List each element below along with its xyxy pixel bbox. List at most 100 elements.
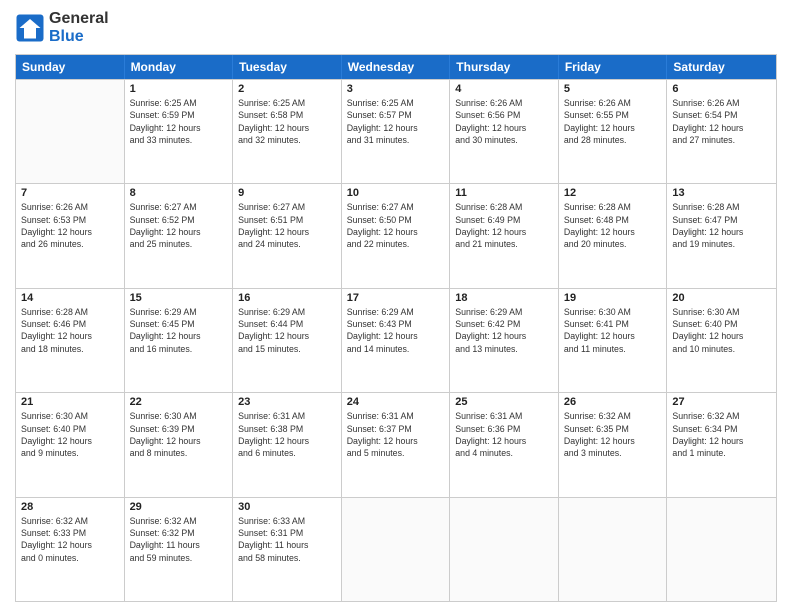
cell-info: Sunrise: 6:31 AM Sunset: 6:38 PM Dayligh… xyxy=(238,410,336,459)
header: General Blue xyxy=(15,10,777,46)
cell-info: Sunrise: 6:30 AM Sunset: 6:40 PM Dayligh… xyxy=(21,410,119,459)
day-number: 3 xyxy=(347,83,445,95)
calendar-cell: 30Sunrise: 6:33 AM Sunset: 6:31 PM Dayli… xyxy=(233,498,342,601)
calendar-cell: 1 Sunrise: 6:25 AM Sunset: 6:59 PM Daylig… xyxy=(125,80,234,183)
day-number: 14 xyxy=(21,292,119,304)
calendar-body: 1 Sunrise: 6:25 AM Sunset: 6:59 PM Daylig… xyxy=(16,79,776,601)
day-number: 19 xyxy=(564,292,662,304)
day-number: 24 xyxy=(347,396,445,408)
weekday-header-monday: Monday xyxy=(125,55,234,79)
cell-info: Sunrise: 6:31 AM Sunset: 6:37 PM Dayligh… xyxy=(347,410,445,459)
day-number: 10 xyxy=(347,187,445,199)
calendar-cell: 9 Sunrise: 6:27 AM Sunset: 6:51 PM Daylig… xyxy=(233,184,342,287)
calendar-row-5: 28 Sunrise: 6:32 AM Sunset: 6:33 PM Dayli… xyxy=(16,497,776,601)
calendar-cell xyxy=(450,498,559,601)
day-number: 29 xyxy=(130,501,228,513)
calendar-cell xyxy=(559,498,668,601)
day-number: 22 xyxy=(130,396,228,408)
day-number: 7 xyxy=(21,187,119,199)
day-number: 5 xyxy=(564,83,662,95)
calendar-cell: 10 Sunrise: 6:27 AM Sunset: 6:50 PM Dayli… xyxy=(342,184,451,287)
day-number: 21 xyxy=(21,396,119,408)
calendar-cell: 7 Sunrise: 6:26 AM Sunset: 6:53 PM Daylig… xyxy=(16,184,125,287)
calendar-cell: 20 Sunrise: 6:30 AM Sunset: 6:40 PM Dayli… xyxy=(667,289,776,392)
calendar-row-4: 21 Sunrise: 6:30 AM Sunset: 6:40 PM Dayli… xyxy=(16,392,776,496)
cell-info: Sunrise: 6:29 AM Sunset: 6:42 PM Dayligh… xyxy=(455,306,553,355)
day-number: 6 xyxy=(672,83,771,95)
day-number: 28 xyxy=(21,501,119,513)
cell-info: Sunrise: 6:32 AM Sunset: 6:34 PM Dayligh… xyxy=(672,410,771,459)
cell-info: Sunrise: 6:30 AM Sunset: 6:39 PM Dayligh… xyxy=(130,410,228,459)
cell-info: Sunrise: 6:28 AM Sunset: 6:48 PM Dayligh… xyxy=(564,201,662,250)
cell-info: Sunrise: 6:28 AM Sunset: 6:47 PM Dayligh… xyxy=(672,201,771,250)
calendar-row-1: 1 Sunrise: 6:25 AM Sunset: 6:59 PM Daylig… xyxy=(16,79,776,183)
cell-info: Sunrise: 6:30 AM Sunset: 6:40 PM Dayligh… xyxy=(672,306,771,355)
cell-info: Sunrise: 6:25 AM Sunset: 6:59 PM Dayligh… xyxy=(130,97,228,146)
weekday-header-wednesday: Wednesday xyxy=(342,55,451,79)
calendar-cell: 19 Sunrise: 6:30 AM Sunset: 6:41 PM Dayli… xyxy=(559,289,668,392)
calendar-cell: 16 Sunrise: 6:29 AM Sunset: 6:44 PM Dayli… xyxy=(233,289,342,392)
weekday-header-friday: Friday xyxy=(559,55,668,79)
calendar-cell: 27 Sunrise: 6:32 AM Sunset: 6:34 PM Dayli… xyxy=(667,393,776,496)
day-number: 9 xyxy=(238,187,336,199)
calendar-cell: 3 Sunrise: 6:25 AM Sunset: 6:57 PM Daylig… xyxy=(342,80,451,183)
calendar-cell: 22 Sunrise: 6:30 AM Sunset: 6:39 PM Dayli… xyxy=(125,393,234,496)
day-number: 27 xyxy=(672,396,771,408)
day-number: 17 xyxy=(347,292,445,304)
cell-info: Sunrise: 6:27 AM Sunset: 6:50 PM Dayligh… xyxy=(347,201,445,250)
weekday-header-sunday: Sunday xyxy=(16,55,125,79)
day-number: 8 xyxy=(130,187,228,199)
calendar-cell: 5 Sunrise: 6:26 AM Sunset: 6:55 PM Daylig… xyxy=(559,80,668,183)
day-number: 11 xyxy=(455,187,553,199)
calendar-cell: 6Sunrise: 6:26 AM Sunset: 6:54 PM Daylig… xyxy=(667,80,776,183)
cell-info: Sunrise: 6:33 AM Sunset: 6:31 PM Dayligh… xyxy=(238,515,336,564)
logo-text: General Blue xyxy=(49,10,109,46)
calendar-cell: 21 Sunrise: 6:30 AM Sunset: 6:40 PM Dayli… xyxy=(16,393,125,496)
cell-info: Sunrise: 6:25 AM Sunset: 6:58 PM Dayligh… xyxy=(238,97,336,146)
cell-info: Sunrise: 6:30 AM Sunset: 6:41 PM Dayligh… xyxy=(564,306,662,355)
cell-info: Sunrise: 6:32 AM Sunset: 6:32 PM Dayligh… xyxy=(130,515,228,564)
calendar-cell: 8 Sunrise: 6:27 AM Sunset: 6:52 PM Daylig… xyxy=(125,184,234,287)
cell-info: Sunrise: 6:25 AM Sunset: 6:57 PM Dayligh… xyxy=(347,97,445,146)
calendar-cell: 17 Sunrise: 6:29 AM Sunset: 6:43 PM Dayli… xyxy=(342,289,451,392)
day-number: 25 xyxy=(455,396,553,408)
calendar-row-2: 7 Sunrise: 6:26 AM Sunset: 6:53 PM Daylig… xyxy=(16,183,776,287)
weekday-header-saturday: Saturday xyxy=(667,55,776,79)
cell-info: Sunrise: 6:27 AM Sunset: 6:51 PM Dayligh… xyxy=(238,201,336,250)
calendar-cell: 14 Sunrise: 6:28 AM Sunset: 6:46 PM Dayli… xyxy=(16,289,125,392)
calendar-cell: 4 Sunrise: 6:26 AM Sunset: 6:56 PM Daylig… xyxy=(450,80,559,183)
cell-info: Sunrise: 6:31 AM Sunset: 6:36 PM Dayligh… xyxy=(455,410,553,459)
cell-info: Sunrise: 6:32 AM Sunset: 6:35 PM Dayligh… xyxy=(564,410,662,459)
day-number: 4 xyxy=(455,83,553,95)
cell-info: Sunrise: 6:26 AM Sunset: 6:53 PM Dayligh… xyxy=(21,201,119,250)
calendar-cell xyxy=(342,498,451,601)
day-number: 18 xyxy=(455,292,553,304)
calendar-cell: 25 Sunrise: 6:31 AM Sunset: 6:36 PM Dayli… xyxy=(450,393,559,496)
calendar-cell xyxy=(667,498,776,601)
calendar-cell: 28 Sunrise: 6:32 AM Sunset: 6:33 PM Dayli… xyxy=(16,498,125,601)
logo-icon xyxy=(15,13,45,43)
logo: General Blue xyxy=(15,10,109,46)
day-number: 16 xyxy=(238,292,336,304)
day-number: 23 xyxy=(238,396,336,408)
day-number: 20 xyxy=(672,292,771,304)
calendar-cell: 13Sunrise: 6:28 AM Sunset: 6:47 PM Dayli… xyxy=(667,184,776,287)
weekday-header-thursday: Thursday xyxy=(450,55,559,79)
weekday-header-tuesday: Tuesday xyxy=(233,55,342,79)
cell-info: Sunrise: 6:29 AM Sunset: 6:44 PM Dayligh… xyxy=(238,306,336,355)
calendar-row-3: 14 Sunrise: 6:28 AM Sunset: 6:46 PM Dayli… xyxy=(16,288,776,392)
cell-info: Sunrise: 6:28 AM Sunset: 6:46 PM Dayligh… xyxy=(21,306,119,355)
calendar-cell: 26Sunrise: 6:32 AM Sunset: 6:35 PM Dayli… xyxy=(559,393,668,496)
cell-info: Sunrise: 6:28 AM Sunset: 6:49 PM Dayligh… xyxy=(455,201,553,250)
calendar-cell xyxy=(16,80,125,183)
calendar: SundayMondayTuesdayWednesdayThursdayFrid… xyxy=(15,54,777,602)
day-number: 1 xyxy=(130,83,228,95)
cell-info: Sunrise: 6:32 AM Sunset: 6:33 PM Dayligh… xyxy=(21,515,119,564)
cell-info: Sunrise: 6:26 AM Sunset: 6:56 PM Dayligh… xyxy=(455,97,553,146)
cell-info: Sunrise: 6:29 AM Sunset: 6:45 PM Dayligh… xyxy=(130,306,228,355)
calendar-cell: 24 Sunrise: 6:31 AM Sunset: 6:37 PM Dayli… xyxy=(342,393,451,496)
page: General Blue SundayMondayTuesdayWednesda… xyxy=(0,0,792,612)
cell-info: Sunrise: 6:26 AM Sunset: 6:55 PM Dayligh… xyxy=(564,97,662,146)
cell-info: Sunrise: 6:27 AM Sunset: 6:52 PM Dayligh… xyxy=(130,201,228,250)
cell-info: Sunrise: 6:29 AM Sunset: 6:43 PM Dayligh… xyxy=(347,306,445,355)
